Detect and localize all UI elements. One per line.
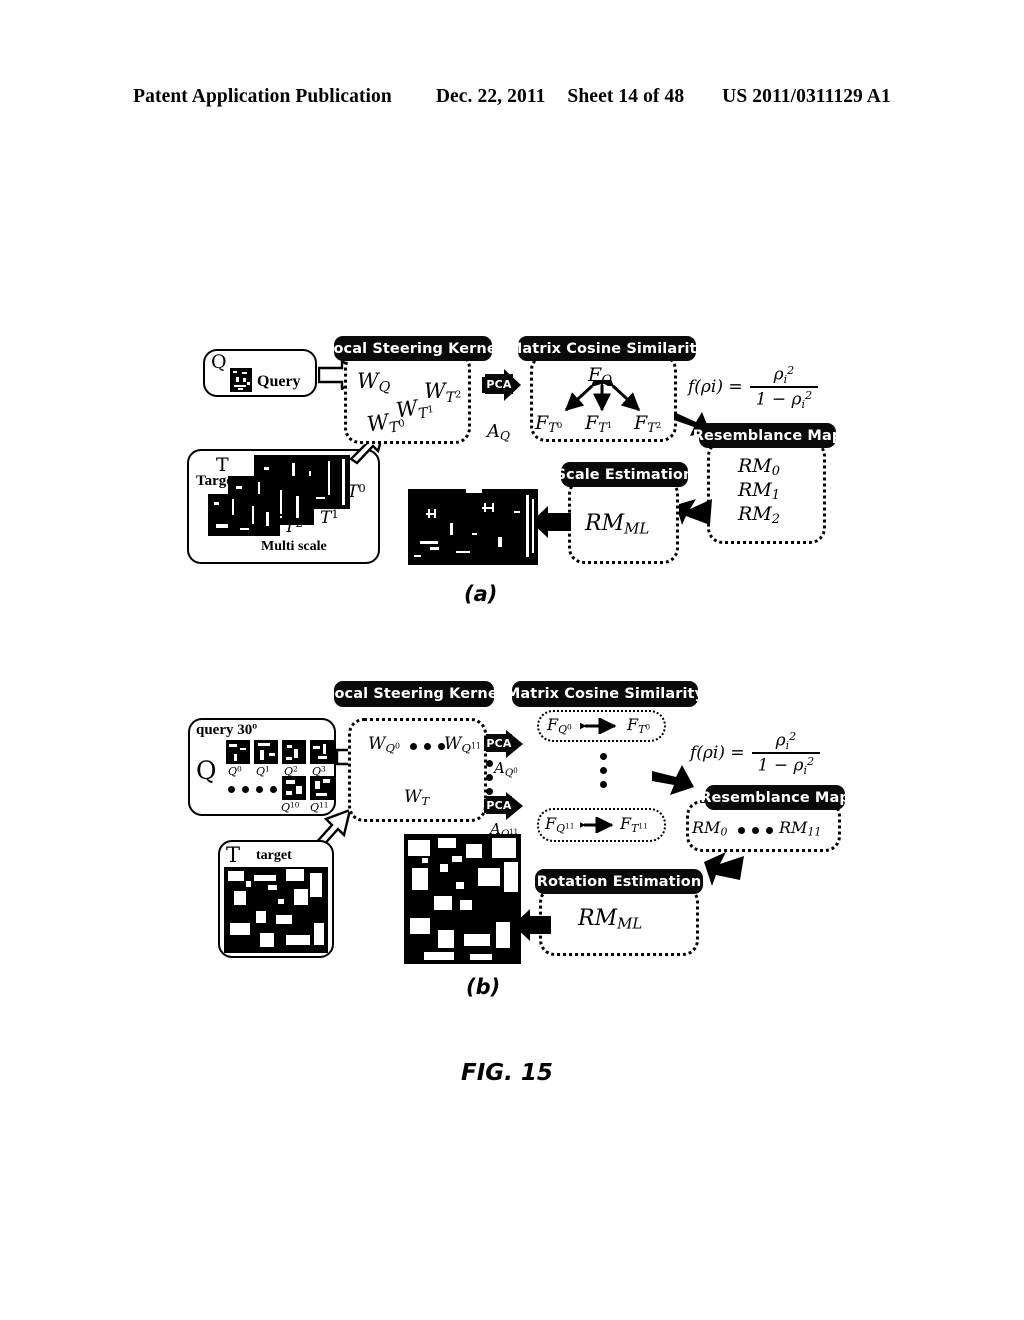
panel-b-rotation-output: RMML	[578, 906, 643, 933]
panel-a-pca-label: PCA	[485, 374, 513, 394]
panel-a-resemblance-banner: Resemblance Map	[693, 423, 842, 448]
panel-b-query-ellipsis	[228, 786, 284, 793]
panel-b-formula-lhs: f(ρi) =	[690, 742, 745, 763]
panel-b-rotation-banner: Rotation Estimation	[535, 869, 703, 894]
panel-b-rm-11: RM11	[779, 818, 822, 839]
panel-b-formula: f(ρi) = ρi2 1 − ρi2	[690, 730, 821, 776]
panel-b-resemblance-banner: Resemblance Map	[700, 785, 850, 810]
panel-b-query-patch-label-1: Q1	[256, 764, 270, 778]
panel-a-lsk-banner: Local Steering Kernel	[324, 336, 502, 361]
panel-b-pca-output-0: AQ0	[494, 759, 518, 779]
panel-b: query 30º Q Q0 Q1 Q2 Q3 Q10 Q11 T target…	[0, 0, 1024, 1020]
panel-b-query-patch-3	[310, 740, 334, 764]
panel-b-weight-wt: WT	[404, 787, 430, 808]
panel-b-target-label: target	[256, 848, 292, 863]
panel-b-lsk-banner: Local Steering Kernel	[325, 681, 503, 707]
panel-b-query-patch-0	[226, 740, 250, 764]
panel-b-target-thumbnail	[224, 867, 328, 953]
panel-b-feature-fq11: FQ11	[545, 814, 575, 835]
panel-b-output-image	[404, 834, 521, 964]
panel-b-feature-fq0: FQ0	[547, 715, 572, 736]
panel-a-mcs-banner: Matrix Cosine Similarity	[508, 336, 706, 361]
panel-b-mcs-ellipsis	[600, 753, 607, 795]
panel-b-query-patch-label-0: Q0	[228, 764, 242, 778]
panel-b-mcs-banner: Matrix Cosine Similarity	[506, 681, 704, 707]
panel-b-query-patch-11	[310, 776, 334, 800]
panel-a-scale-banner: Scale Estimation	[556, 462, 693, 487]
figure-caption: FIG. 15	[461, 1060, 553, 1086]
panel-b-mcs-arrow-0	[580, 718, 617, 734]
panel-b-query-patch-10	[282, 776, 306, 800]
panel-b-query-patch-label-10: Q10	[281, 800, 300, 814]
panel-b-mcs-arrow-11	[580, 817, 614, 833]
panel-b-query-patch-2	[282, 740, 306, 764]
panel-b-weight-wq0: WQ0	[368, 734, 400, 755]
panel-b-feature-ft0: FT0	[627, 715, 651, 736]
panel-b-formula-numerator: ρi2	[775, 730, 797, 752]
panel-b-query-symbol: Q	[196, 756, 217, 785]
panel-b-weight-wq11: WQ11	[444, 734, 481, 755]
panel-b-rm-0: RM0	[692, 818, 728, 839]
panel-b-query-label: query 30º	[196, 722, 258, 738]
panel-b-caption: (b)	[466, 975, 501, 999]
panel-b-arrow-rm-to-rotation	[704, 852, 744, 886]
panel-b-pca-label-top: PCA	[486, 734, 512, 752]
panel-b-rm-ellipsis	[738, 827, 780, 834]
panel-b-pca-label-bottom: PCA	[486, 796, 512, 814]
figure-15: Q Query T Target T0 T1 T2 Multi scale Lo…	[0, 0, 1024, 1320]
panel-b-target-symbol: T	[226, 843, 241, 867]
panel-b-feature-ft11: FT11	[620, 814, 648, 835]
panel-b-query-patch-1	[254, 740, 278, 764]
panel-b-arrow-mcs-to-rm	[652, 765, 694, 795]
panel-b-formula-denominator: 1 − ρi2	[751, 751, 821, 776]
